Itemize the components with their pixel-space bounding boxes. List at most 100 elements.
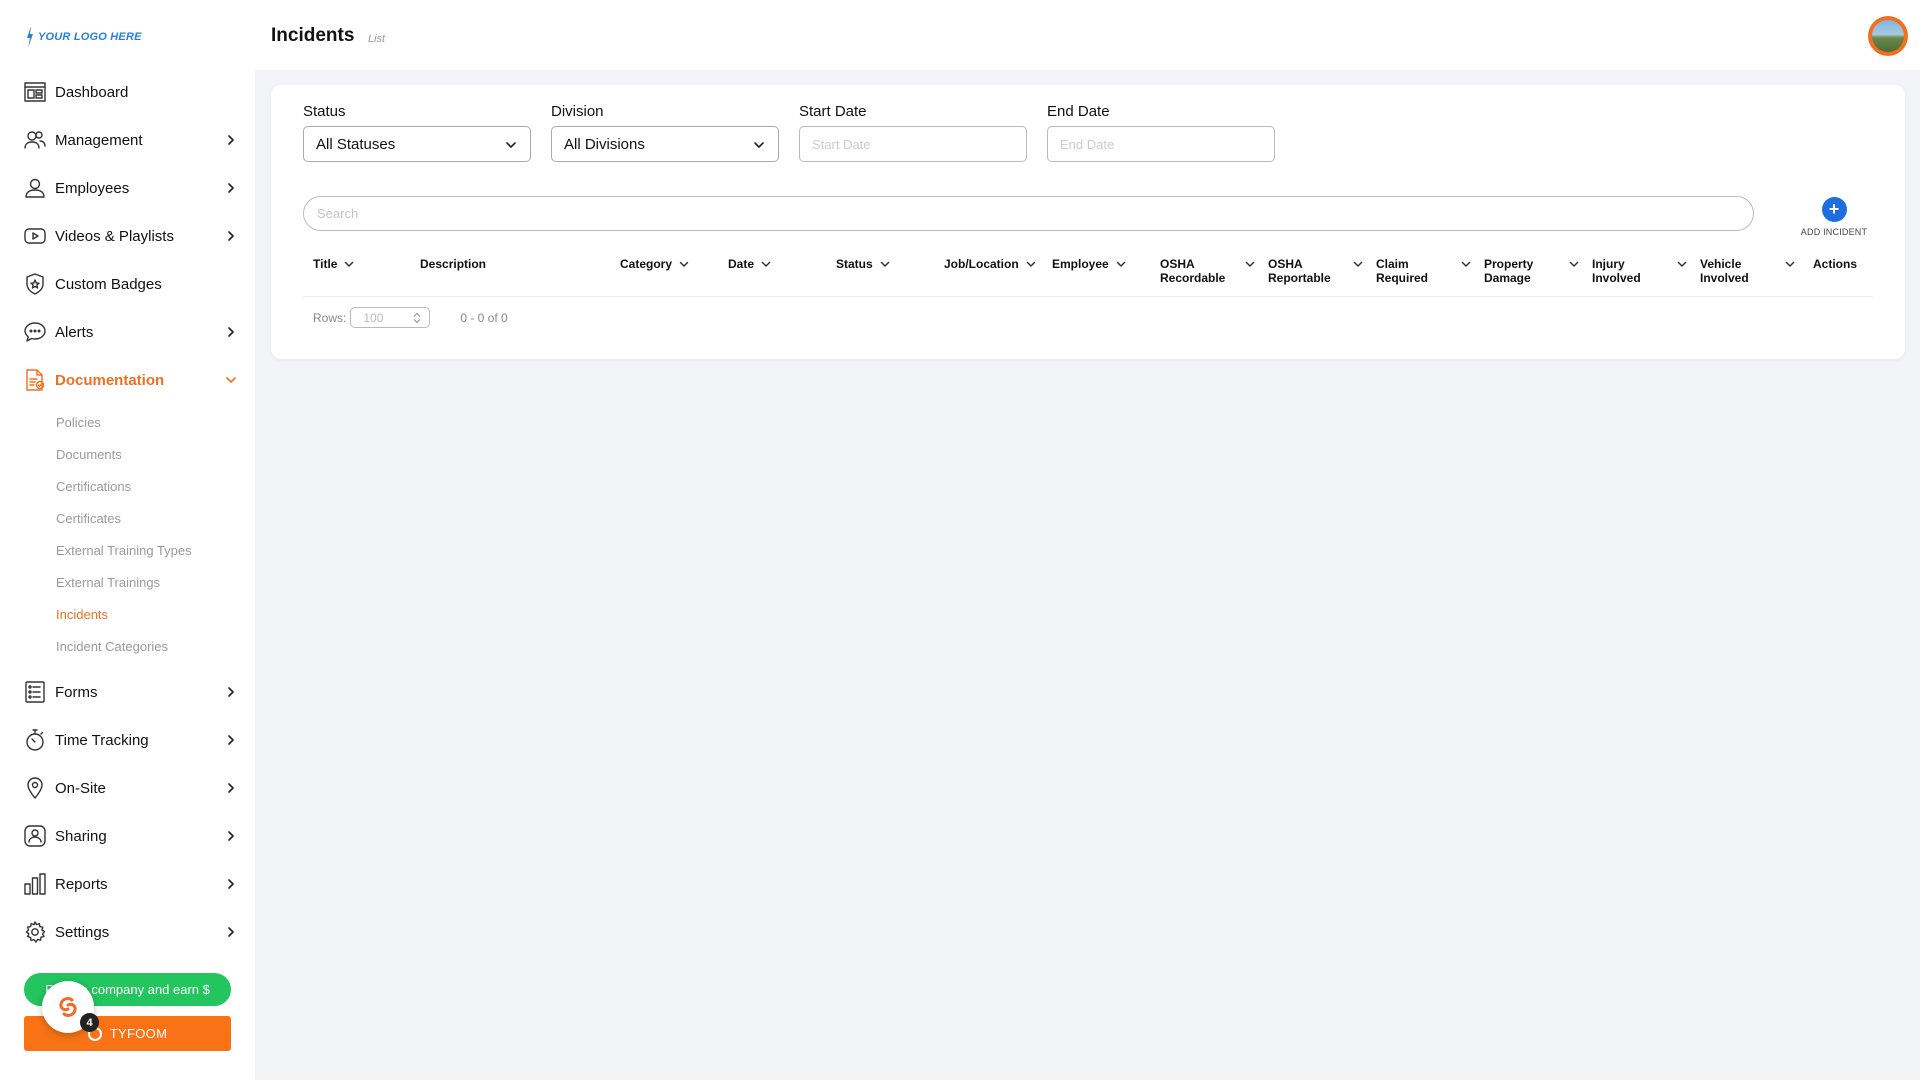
column-header-osha-recordable[interactable]: OSHA Recordable xyxy=(1160,257,1256,285)
chevron-right-icon xyxy=(224,229,238,243)
pagination: Rows: 100 0 - 0 of 0 xyxy=(313,307,508,328)
documentation-submenu: Policies Documents Certifications Certif… xyxy=(0,404,255,668)
column-header-employee[interactable]: Employee xyxy=(1052,257,1127,271)
column-header-injury-involved[interactable]: Injury Involved xyxy=(1592,257,1688,285)
page-subtitle: List xyxy=(368,33,386,45)
sidebar-subitem-certifications[interactable]: Certifications xyxy=(0,470,255,502)
sidebar-item-alerts[interactable]: Alerts xyxy=(0,308,255,356)
column-header-label: Injury Involved xyxy=(1592,257,1641,285)
end-date-input[interactable] xyxy=(1047,126,1275,162)
column-header-job-location[interactable]: Job/Location xyxy=(944,257,1037,271)
sidebar-item-forms[interactable]: Forms xyxy=(0,668,255,716)
sidebar-item-label: Custom Badges xyxy=(55,275,162,293)
play-icon xyxy=(23,224,47,248)
division-filter-label: Division xyxy=(551,103,604,120)
sidebar-item-sharing[interactable]: Sharing xyxy=(0,812,255,860)
chevron-down-icon xyxy=(504,138,518,152)
sidebar-item-label: Documentation xyxy=(55,371,165,389)
division-filter: Division All Divisions xyxy=(551,103,779,162)
company-logo[interactable]: YOUR LOGO HERE xyxy=(26,26,142,48)
chevron-down-icon xyxy=(1784,258,1796,270)
division-select-value: All Divisions xyxy=(564,135,645,153)
sidebar-subitem-external-training-types[interactable]: External Training Types xyxy=(0,534,255,566)
share-icon xyxy=(23,824,47,848)
sidebar-item-custom-badges[interactable]: Custom Badges xyxy=(0,260,255,308)
status-filter: Status All Statuses xyxy=(303,103,531,162)
column-header-label: Job/Location xyxy=(944,257,1019,271)
sidebar-item-reports[interactable]: Reports xyxy=(0,860,255,908)
gear-icon xyxy=(23,920,47,944)
chevron-down-icon xyxy=(224,373,238,387)
sidebar-item-label: Alerts xyxy=(55,323,94,341)
location-icon xyxy=(23,776,47,800)
rows-per-page-select[interactable]: 100 xyxy=(350,307,431,328)
avatar[interactable] xyxy=(1868,16,1908,56)
chevron-right-icon xyxy=(224,781,238,795)
sidebar-item-videos[interactable]: Videos & Playlists xyxy=(0,212,255,260)
sidebar-item-management[interactable]: Management xyxy=(0,116,255,164)
column-header-label: Status xyxy=(836,257,873,271)
column-header-title[interactable]: Title xyxy=(313,257,355,271)
chevron-down-icon xyxy=(1568,258,1580,270)
column-header-date[interactable]: Date xyxy=(728,257,772,271)
sidebar-item-label: On-Site xyxy=(55,779,106,797)
avatar-image xyxy=(1872,20,1904,52)
sidebar-nav: Dashboard Management Employees Videos & … xyxy=(0,68,255,956)
sidebar-subitem-incidents[interactable]: Incidents xyxy=(0,598,255,630)
chevron-down-icon xyxy=(1352,258,1364,270)
sidebar-subitem-policies[interactable]: Policies xyxy=(0,406,255,438)
chevron-down-icon xyxy=(1244,258,1256,270)
logo-text: YOUR LOGO HERE xyxy=(38,31,142,43)
division-select[interactable]: All Divisions xyxy=(551,126,779,162)
swirl-logo-icon xyxy=(59,997,77,1017)
sidebar-item-label: Videos & Playlists xyxy=(55,227,174,245)
column-header-label: Actions xyxy=(1813,257,1858,271)
column-header-label: OSHA Recordable xyxy=(1160,257,1226,285)
status-filter-label: Status xyxy=(303,103,346,120)
chevron-down-icon xyxy=(678,258,690,270)
chevron-down-icon xyxy=(1025,258,1037,270)
document-icon xyxy=(23,368,47,392)
table-header: Title Description Category Date Status J… xyxy=(303,257,1873,297)
sidebar-item-dashboard[interactable]: Dashboard xyxy=(0,68,255,116)
end-date-filter: End Date xyxy=(1047,103,1275,162)
sidebar-item-label: Time Tracking xyxy=(55,731,149,749)
sidebar-subitem-external-trainings[interactable]: External Trainings xyxy=(0,566,255,598)
sidebar-item-on-site[interactable]: On-Site xyxy=(0,764,255,812)
start-date-filter: Start Date xyxy=(799,103,1027,162)
column-header-label: Description xyxy=(420,257,487,271)
sidebar-subitem-documents[interactable]: Documents xyxy=(0,438,255,470)
sidebar-item-settings[interactable]: Settings xyxy=(0,908,255,956)
sidebar: YOUR LOGO HERE Dashboard Management Empl… xyxy=(0,0,255,1080)
chevron-down-icon xyxy=(879,258,891,270)
start-date-input[interactable] xyxy=(799,126,1027,162)
column-header-claim-required[interactable]: Claim Required xyxy=(1376,257,1472,285)
sidebar-item-time-tracking[interactable]: Time Tracking xyxy=(0,716,255,764)
sidebar-item-label: Employees xyxy=(55,179,130,197)
column-header-category[interactable]: Category xyxy=(620,257,690,271)
sidebar-item-documentation[interactable]: Documentation xyxy=(0,356,255,404)
column-header-property-damage[interactable]: Property Damage xyxy=(1484,257,1580,285)
sidebar-item-label: Settings xyxy=(55,923,110,941)
chevron-down-icon xyxy=(1460,258,1472,270)
column-header-osha-reportable[interactable]: OSHA Reportable xyxy=(1268,257,1364,285)
logo-bolt-icon xyxy=(27,26,33,48)
chevron-right-icon xyxy=(224,733,238,747)
chevron-down-icon xyxy=(1115,258,1127,270)
status-select[interactable]: All Statuses xyxy=(303,126,531,162)
add-incident-button[interactable]: + ADD INCIDENT xyxy=(1784,197,1884,237)
add-incident-label: ADD INCIDENT xyxy=(1800,227,1868,237)
status-select-value: All Statuses xyxy=(316,135,396,153)
start-date-label: Start Date xyxy=(799,103,867,120)
sidebar-item-label: Management xyxy=(55,131,143,149)
column-header-vehicle-involved[interactable]: Vehicle Involved xyxy=(1700,257,1796,285)
sidebar-subitem-certificates[interactable]: Certificates xyxy=(0,502,255,534)
column-header-status[interactable]: Status xyxy=(836,257,891,271)
chevron-down-icon xyxy=(343,258,355,270)
sidebar-item-label: Forms xyxy=(55,683,98,701)
sidebar-item-employees[interactable]: Employees xyxy=(0,164,255,212)
search-input[interactable] xyxy=(303,196,1754,231)
form-icon xyxy=(23,680,47,704)
column-header-label: Category xyxy=(620,257,673,271)
sidebar-subitem-incident-categories[interactable]: Incident Categories xyxy=(0,630,255,662)
